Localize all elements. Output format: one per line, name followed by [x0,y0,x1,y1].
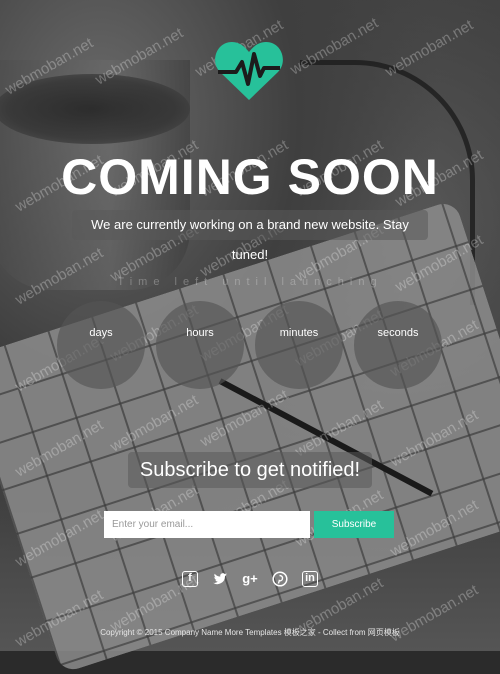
subscribe-button[interactable]: Subscribe [314,511,394,538]
linkedin-icon[interactable]: in [302,571,318,587]
footer-copyright: Copyright © 2015 Company Name More Templ… [100,628,400,637]
page-subtitle: We are currently working on a brand new … [72,210,428,262]
facebook-icon[interactable]: f [182,571,198,587]
pinterest-icon[interactable] [272,571,288,587]
page-title: COMING SOON [61,149,439,205]
countdown-seconds: seconds [354,301,442,389]
countdown-minutes: minutes [255,301,343,389]
launch-label: Time left until launching [117,276,383,288]
google-plus-icon[interactable]: g+ [240,571,260,587]
countdown-label: hours [186,327,214,339]
countdown-hours: hours [156,301,244,389]
twitter-icon[interactable] [212,571,228,587]
mug-rim [0,74,190,144]
heartbeat-logo-icon [215,42,283,100]
countdown-label: days [89,327,113,339]
countdown-label: seconds [377,327,419,339]
subscribe-heading: Subscribe to get notified! [128,452,372,488]
email-input[interactable] [104,511,310,538]
countdown-days: days [57,301,145,389]
countdown-label: minutes [279,327,319,339]
